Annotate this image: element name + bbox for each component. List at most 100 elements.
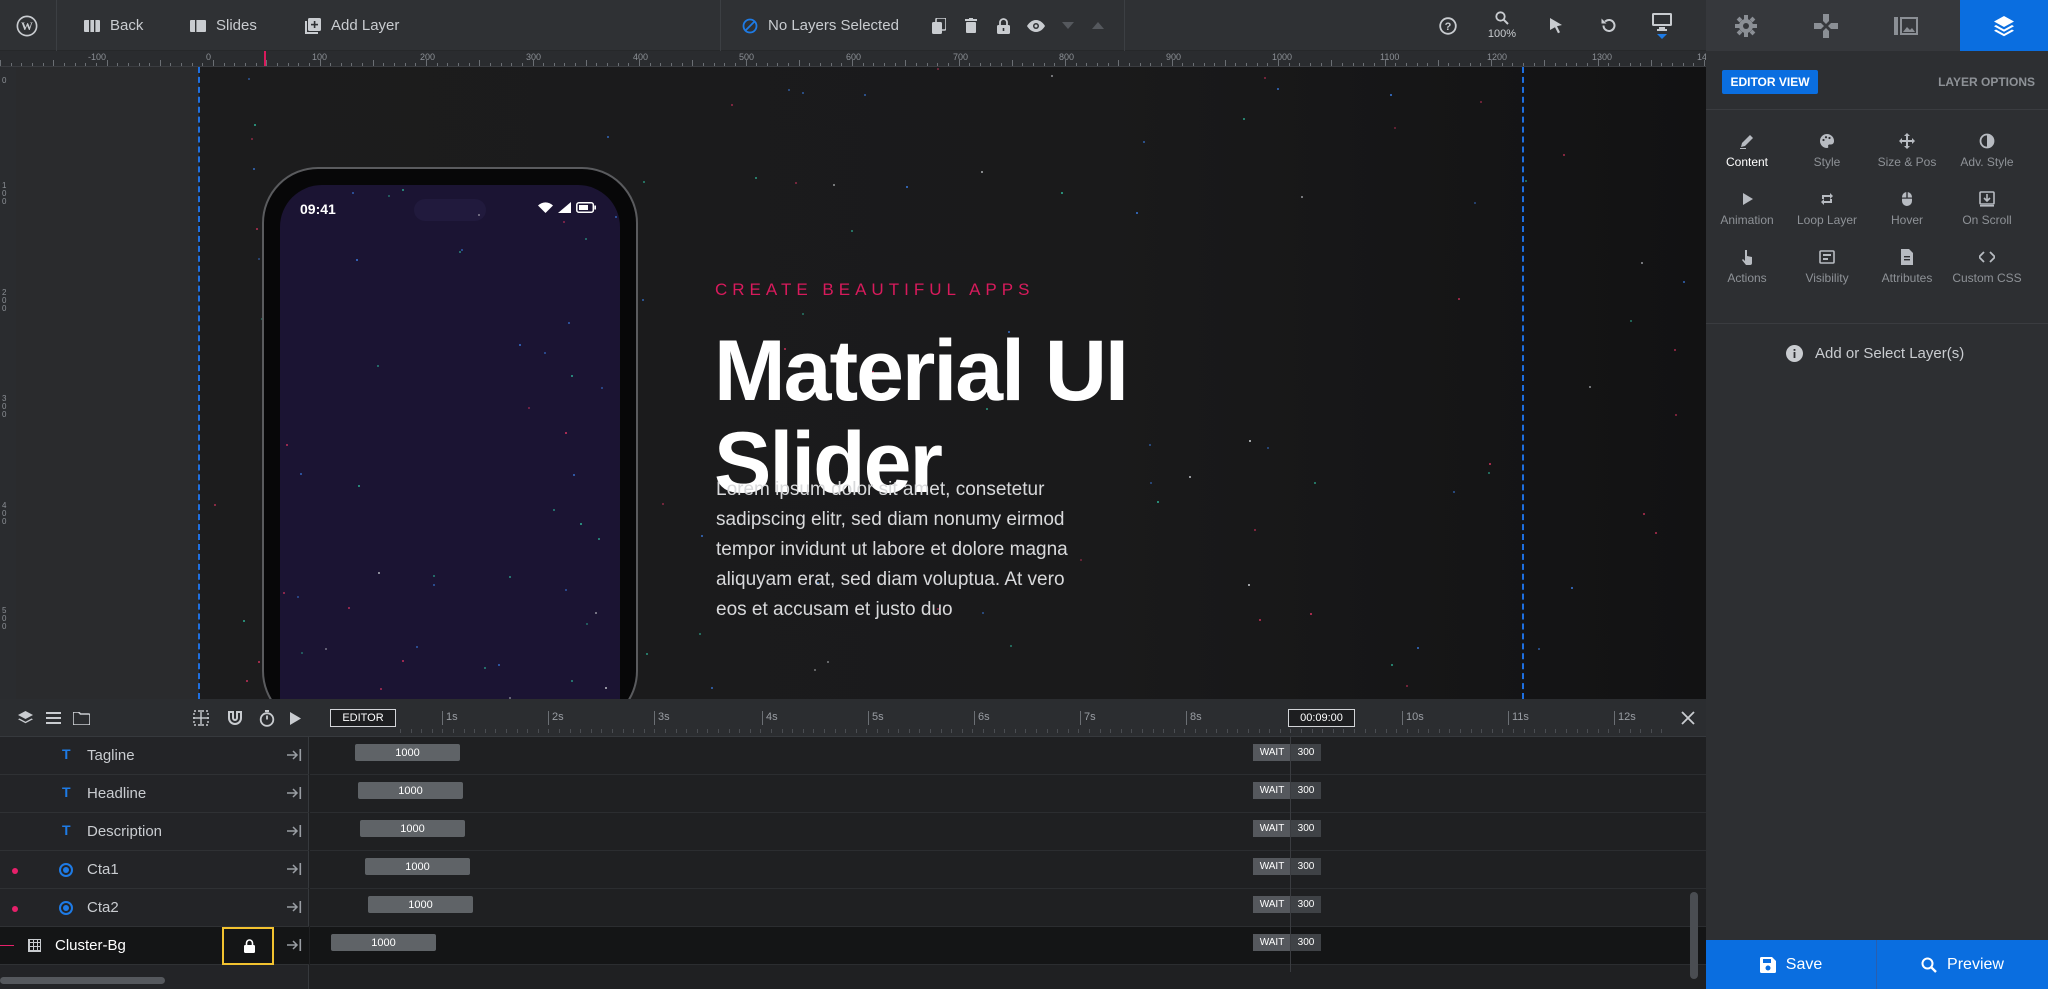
option-label: Custom CSS	[1952, 271, 2022, 285]
layer-name: Cta1	[87, 861, 119, 878]
wait-marker[interactable]: WAIT 300	[1253, 744, 1321, 761]
option-custom-css[interactable]: Custom CSS	[1947, 249, 2027, 285]
layer-row-cluster-bg[interactable]: Cluster-Bg	[0, 927, 309, 965]
wait-marker[interactable]: WAIT 300	[1253, 820, 1321, 837]
editor-view-badge[interactable]: EDITOR VIEW	[1722, 70, 1818, 94]
timeline-minor-tick	[1099, 729, 1101, 733]
document-icon	[1901, 249, 1913, 265]
layer-end-icon[interactable]	[287, 863, 302, 875]
timeline-minor-tick	[749, 729, 751, 733]
layer-row-cta2[interactable]: Cta2	[0, 889, 309, 927]
layer-end-icon[interactable]	[287, 825, 302, 837]
help-icon[interactable]: ?	[1436, 0, 1460, 51]
star-dot	[283, 592, 285, 594]
layer-end-icon[interactable]	[287, 901, 302, 913]
layer-end-icon[interactable]	[287, 939, 302, 951]
timeline-minor-tick	[1396, 729, 1398, 733]
back-button[interactable]: Back	[84, 0, 143, 51]
option-animation[interactable]: Animation	[1707, 191, 1787, 227]
close-timeline-icon[interactable]	[1678, 699, 1698, 737]
lock-highlight-box[interactable]	[222, 927, 274, 965]
move-down-icon[interactable]	[1058, 0, 1078, 51]
tagline-layer[interactable]: CREATE BEAUTIFUL APPS	[715, 280, 1034, 300]
option-content[interactable]: Content	[1707, 133, 1787, 169]
layer-lock-icon[interactable]	[244, 939, 255, 953]
option-attributes[interactable]: Attributes	[1867, 249, 1947, 285]
layer-end-icon[interactable]	[287, 787, 302, 799]
layer-row-cta1[interactable]: Cta1	[0, 851, 309, 889]
layer-options-label[interactable]: LAYER OPTIONS	[1921, 75, 2035, 89]
desktop-view-icon[interactable]	[1648, 0, 1676, 51]
tab-slide-options[interactable]	[1866, 0, 1946, 51]
layers-view-icon[interactable]	[14, 699, 36, 737]
option-style[interactable]: Style	[1787, 133, 1867, 169]
layer-duration-bar[interactable]: 1000	[365, 858, 470, 875]
layer-row-headline[interactable]: T Headline	[0, 775, 309, 813]
tab-settings[interactable]	[1706, 0, 1786, 51]
layer-duration-bar[interactable]: 1000	[368, 896, 473, 913]
vertical-scrollbar[interactable]	[1690, 892, 1698, 979]
tab-navigation[interactable]	[1786, 0, 1866, 51]
star-dot	[615, 216, 617, 218]
option-on-scroll[interactable]: On Scroll	[1947, 191, 2027, 227]
star-dot	[1277, 88, 1279, 90]
magnet-icon[interactable]	[224, 699, 246, 737]
list-view-icon[interactable]	[42, 699, 64, 737]
stopwatch-icon[interactable]	[256, 699, 278, 737]
play-icon[interactable]	[285, 699, 305, 737]
option-visibility[interactable]: Visibility	[1787, 249, 1867, 285]
layer-duration-bar[interactable]: 1000	[331, 934, 436, 951]
visibility-eye-icon[interactable]	[1024, 0, 1048, 51]
undo-icon[interactable]	[1596, 0, 1620, 51]
timeline-tick-label: 12s	[1618, 711, 1636, 723]
timeline-lane[interactable]: 1000 WAIT 300	[310, 737, 1706, 775]
move-up-icon[interactable]	[1088, 0, 1108, 51]
option-adv-style[interactable]: Adv. Style	[1947, 133, 2027, 169]
ruler-label: 1200	[1487, 52, 1508, 62]
horizontal-scrollbar[interactable]	[0, 977, 165, 984]
preview-button[interactable]: Preview	[1877, 940, 2048, 989]
zoom-control[interactable]: 100%	[1482, 0, 1522, 51]
layer-end-icon[interactable]	[287, 749, 302, 761]
wait-marker[interactable]: WAIT 300	[1253, 896, 1321, 913]
save-button[interactable]: Save	[1706, 940, 1876, 989]
star-dot	[1143, 141, 1145, 143]
layer-row-description[interactable]: T Description	[0, 813, 309, 851]
layer-row-tagline[interactable]: T Tagline	[0, 737, 309, 775]
timeline-lane[interactable]: 1000 WAIT 300	[310, 889, 1706, 927]
description-layer[interactable]: Lorem ipsum dolor sit amet, consetetur s…	[716, 475, 1076, 625]
timeline-minor-tick	[718, 729, 719, 733]
wait-marker[interactable]: WAIT 300	[1253, 858, 1321, 875]
trash-icon[interactable]	[960, 0, 982, 51]
duplicate-icon[interactable]	[928, 0, 950, 51]
layer-duration-bar[interactable]: 1000	[360, 820, 465, 837]
layer-duration-bar[interactable]: 1000	[355, 744, 460, 761]
add-layer-button[interactable]: Add Layer	[305, 0, 399, 51]
grid-snap-icon[interactable]	[190, 699, 212, 737]
option-actions[interactable]: Actions	[1707, 249, 1787, 285]
lock-icon[interactable]	[992, 0, 1014, 51]
timeline-lane[interactable]: 1000 WAIT 300	[310, 813, 1706, 851]
option-hover[interactable]: Hover	[1867, 191, 1947, 227]
timeline-lane[interactable]: 1000 WAIT 300	[310, 851, 1706, 889]
duration-display[interactable]: 00:09:00	[1288, 709, 1355, 727]
star-dot	[1563, 154, 1565, 156]
tab-layer-options[interactable]	[1960, 0, 2048, 51]
timeline-lane[interactable]: 1000 WAIT 300	[310, 927, 1706, 965]
cursor-select-icon[interactable]	[1544, 0, 1568, 51]
star-dot	[802, 313, 804, 315]
wait-marker[interactable]: WAIT 300	[1253, 782, 1321, 799]
layer-duration-bar[interactable]: 1000	[358, 782, 463, 799]
folder-icon[interactable]	[70, 699, 92, 737]
star-dot	[402, 660, 404, 662]
phone-mockup[interactable]: 09:41	[262, 167, 638, 699]
option-loop-layer[interactable]: Loop Layer	[1787, 191, 1867, 227]
editor-canvas[interactable]: 09:41 CREATE BEAUTIFUL APPS Material UI …	[16, 67, 1706, 699]
editor-time-label[interactable]: EDITOR	[330, 709, 396, 727]
wordpress-logo-icon[interactable]: W	[14, 0, 40, 51]
slides-button[interactable]: Slides	[190, 0, 257, 51]
ruler-tick	[159, 60, 161, 66]
timeline-lane[interactable]: 1000 WAIT 300	[310, 775, 1706, 813]
option-size-pos[interactable]: Size & Pos	[1867, 133, 1947, 169]
wait-marker[interactable]: WAIT 300	[1253, 934, 1321, 951]
